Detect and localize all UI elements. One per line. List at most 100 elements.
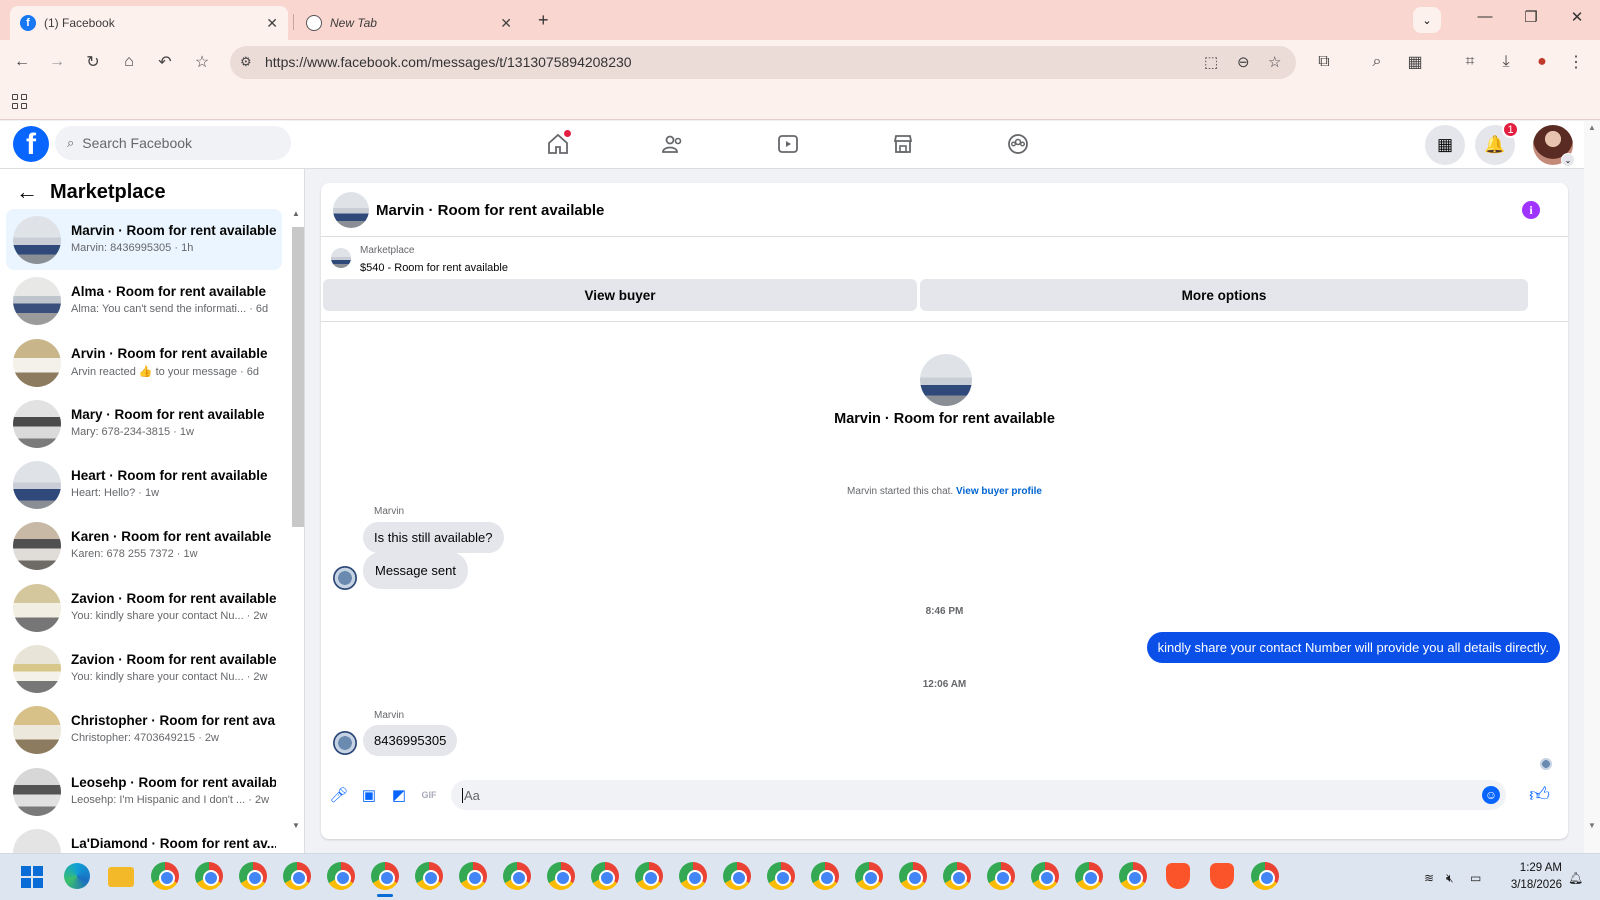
minimize-icon[interactable]: — xyxy=(1470,8,1500,25)
chrome-profile-icon[interactable] xyxy=(943,862,971,890)
account-avatar[interactable]: ⌄ xyxy=(1533,125,1575,167)
forward-icon[interactable]: → xyxy=(45,50,69,74)
chrome-profile-icon-active[interactable] xyxy=(371,862,399,890)
chrome-profile-icon[interactable] xyxy=(459,862,487,890)
back-arrow-icon[interactable]: ← xyxy=(16,179,38,205)
incoming-message[interactable]: Message sent xyxy=(363,552,468,589)
system-clock[interactable]: 1:29 AM 3/18/2026 xyxy=(1511,860,1562,894)
conversation-item[interactable]: La'Diamond · Room for rent av... xyxy=(6,822,282,853)
groups-nav-icon[interactable] xyxy=(1000,129,1036,159)
tab-search-icon[interactable]: ⌄ xyxy=(1413,7,1441,33)
chrome-profile-icon[interactable] xyxy=(415,862,443,890)
chat-avatar[interactable] xyxy=(333,192,369,228)
edge-browser-icon[interactable] xyxy=(64,863,90,889)
chrome-profile-icon[interactable] xyxy=(679,862,707,890)
window-close-icon[interactable]: ✕ xyxy=(1562,8,1592,26)
thumbs-up-icon[interactable]: 👍︎ xyxy=(1529,783,1550,807)
new-tab-icon[interactable]: + xyxy=(538,10,549,31)
chrome-profile-icon[interactable] xyxy=(591,862,619,890)
chrome-profile-icon[interactable] xyxy=(547,862,575,890)
info-icon[interactable]: i xyxy=(1522,201,1540,219)
scroll-down-icon[interactable]: ▼ xyxy=(292,821,300,830)
conversation-item[interactable]: Heart · Room for rent available Heart: H… xyxy=(6,454,282,515)
chrome-profile-icon[interactable] xyxy=(283,862,311,890)
tab-close-icon[interactable]: ✕ xyxy=(500,15,512,32)
conversation-item[interactable]: Marvin · Room for rent available Marvin:… xyxy=(6,209,282,271)
star-icon[interactable]: ☆ xyxy=(1268,53,1281,71)
more-options-button[interactable]: More options xyxy=(920,279,1528,311)
site-info-icon[interactable]: ⚙ xyxy=(240,54,252,70)
conversation-item[interactable]: Mary · Room for rent available Mary: 678… xyxy=(6,393,282,454)
scroll-thumb[interactable] xyxy=(292,227,304,527)
outgoing-message[interactable]: kindly share your contact Number will pr… xyxy=(1146,632,1560,663)
incoming-message[interactable]: 8436995305 xyxy=(363,725,458,756)
chrome-profile-icon[interactable] xyxy=(503,862,531,890)
scroll-down-icon[interactable]: ▼ xyxy=(1588,821,1596,830)
conversation-item[interactable]: Zavion · Room for rent available You: ki… xyxy=(6,577,282,638)
chrome-profile-icon[interactable] xyxy=(151,862,179,890)
photo-icon[interactable]: ▣ xyxy=(360,786,378,804)
brave-browser-icon[interactable] xyxy=(1166,863,1190,889)
zoom-icon[interactable]: ⊖ xyxy=(1237,53,1250,71)
facebook-logo-icon[interactable]: f xyxy=(13,126,49,162)
notification-bell-icon[interactable]: 🔔︎ xyxy=(1568,871,1583,885)
restore-icon[interactable]: ❐ xyxy=(1516,8,1546,26)
listing-title[interactable]: $540 - Room for rent available xyxy=(360,262,508,274)
battery-icon[interactable]: ▭ xyxy=(1470,871,1481,885)
undo-icon[interactable]: ↶ xyxy=(153,50,177,74)
conversation-item[interactable]: Christopher · Room for rent ava... Chris… xyxy=(6,699,282,760)
message-input[interactable]: Aa ☺ xyxy=(451,780,1506,810)
chat-title[interactable]: Marvin · Room for rent available xyxy=(376,202,604,219)
tab-close-icon[interactable]: ✕ xyxy=(266,15,278,32)
conversation-item[interactable]: Leosehp · Room for rent available Leoseh… xyxy=(6,761,282,822)
browser-tab-facebook[interactable]: f (1) Facebook ✕ xyxy=(10,6,288,40)
home-icon[interactable]: ⌂ xyxy=(117,50,141,74)
windows-start-icon[interactable] xyxy=(21,866,43,888)
view-buyer-profile-link[interactable]: View buyer profile xyxy=(956,486,1042,497)
menu-icon[interactable]: ⋮ xyxy=(1564,50,1588,74)
sender-avatar[interactable] xyxy=(333,566,357,590)
view-buyer-button[interactable]: View buyer xyxy=(323,279,917,311)
chrome-profile-icon[interactable] xyxy=(811,862,839,890)
conversation-item[interactable]: Arvin · Room for rent available Arvin re… xyxy=(6,332,282,393)
chrome-profile-icon[interactable] xyxy=(1119,862,1147,890)
search-input[interactable]: ⌕ Search Facebook xyxy=(55,126,291,160)
install-app-icon[interactable]: ⬚ xyxy=(1204,53,1218,71)
wifi-icon[interactable]: ≋ xyxy=(1424,871,1434,885)
bookmark-star-icon[interactable]: ☆ xyxy=(190,50,214,74)
chrome-profile-icon[interactable] xyxy=(723,862,751,890)
chrome-profile-icon[interactable] xyxy=(1031,862,1059,890)
gif-icon[interactable]: GIF xyxy=(420,786,438,804)
file-explorer-icon[interactable] xyxy=(108,867,134,887)
scroll-up-icon[interactable]: ▲ xyxy=(292,209,300,218)
volume-muted-icon[interactable]: 🔇︎ xyxy=(1446,871,1454,886)
sticker-icon[interactable]: ◩ xyxy=(390,786,408,804)
sender-avatar[interactable] xyxy=(333,731,357,755)
chrome-profile-icon[interactable] xyxy=(195,862,223,890)
chrome-profile-icon[interactable] xyxy=(635,862,663,890)
extensions-icon[interactable]: ⧉ xyxy=(1312,50,1336,74)
brave-browser-icon[interactable] xyxy=(1210,863,1234,889)
conversation-scrollbar[interactable]: ▲ ▼ xyxy=(291,207,304,847)
chrome-profile-icon[interactable] xyxy=(1251,862,1279,890)
chrome-profile-icon[interactable] xyxy=(987,862,1015,890)
chrome-profile-icon[interactable] xyxy=(855,862,883,890)
reload-icon[interactable]: ↻ xyxy=(81,50,105,74)
video-nav-icon[interactable] xyxy=(770,129,806,159)
search-icon[interactable]: ⌕ xyxy=(1365,50,1389,74)
conversation-item[interactable]: Karen · Room for rent available Karen: 6… xyxy=(6,515,282,576)
chrome-profile-icon[interactable] xyxy=(239,862,267,890)
chrome-profile-icon[interactable] xyxy=(327,862,355,890)
profile-icon[interactable]: ● xyxy=(1530,50,1554,74)
notifications-icon[interactable]: 🔔 1 xyxy=(1475,121,1519,165)
back-icon[interactable]: ← xyxy=(10,50,34,74)
chrome-profile-icon[interactable] xyxy=(767,862,795,890)
qr-code-icon[interactable]: ▦ xyxy=(1403,50,1427,74)
apps-grid-icon[interactable] xyxy=(12,94,27,109)
chrome-profile-icon[interactable] xyxy=(1075,862,1103,890)
download-icon[interactable]: ⤓ xyxy=(1494,50,1518,74)
conversation-item[interactable]: Zavion · Room for rent available You: ki… xyxy=(6,638,282,699)
marketplace-nav-icon[interactable] xyxy=(885,129,921,159)
friends-nav-icon[interactable] xyxy=(655,129,691,159)
scroll-up-icon[interactable]: ▲ xyxy=(1588,123,1596,132)
